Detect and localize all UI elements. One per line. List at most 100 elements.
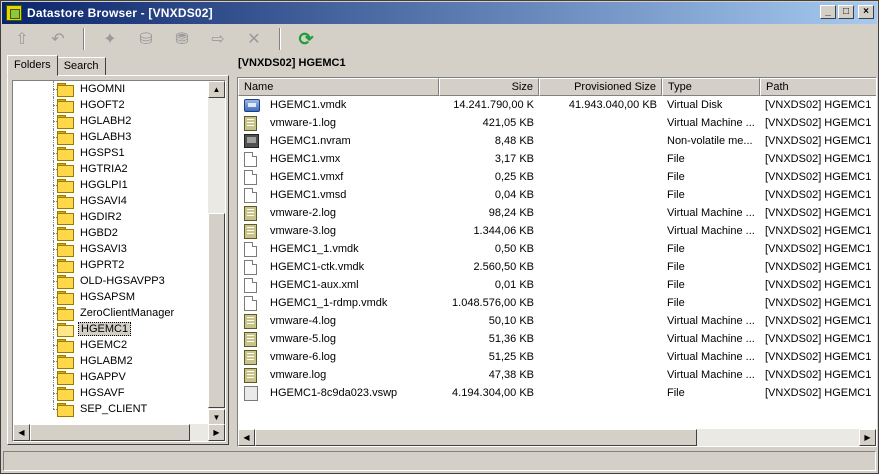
column-header-size[interactable]: Size [439,78,539,96]
scroll-right-button[interactable]: ▶ [859,429,876,446]
file-path: [VNXDS02] HGEMC1 [765,387,872,399]
tree-item[interactable]: OLD-HGSAVPP3 [13,273,209,289]
scroll-up-button[interactable]: ▲ [208,81,225,98]
file-name: HGEMC1.vmdk [270,99,347,111]
file-list-horizontal-scrollbar[interactable]: ◀ ▶ [238,429,876,446]
table-row[interactable]: vmware-5.log 51,36 KB Virtual Machine ... [… [238,330,876,348]
delete-icon[interactable]: ✕ [241,27,267,51]
tree-vertical-scrollbar[interactable]: ▲ ▼ [208,81,225,426]
table-row[interactable]: vmware-1.log 421,05 KB Virtual Machine ...… [238,114,876,132]
table-row[interactable]: HGEMC1.vmxf 0,25 KB File [VNXDS02] HGEMC1 [238,168,876,186]
file-path: [VNXDS02] HGEMC1 [765,369,872,381]
folder-icon [57,82,74,97]
new-folder-icon[interactable]: ✦ [97,27,123,51]
file-size: 1.344,06 KB [473,225,534,237]
table-row[interactable]: vmware-3.log 1.344,06 KB Virtual Machine .… [238,222,876,240]
file-name-cell: HGEMC1-8c9da023.vswp [238,384,439,402]
file-size: 2.560,50 KB [473,261,534,273]
file-name: vmware.log [270,369,327,381]
tree-item[interactable]: HGSAVI3 [13,241,209,257]
tree-horizontal-scrollbar[interactable]: ◀ ▶ [13,424,225,441]
tree-item[interactable]: HGTRIA2 [13,161,209,177]
tree-item[interactable]: HGDIR2 [13,209,209,225]
tree-item[interactable]: HGLABM2 [13,353,209,369]
tree-item[interactable]: HGEMC1 [13,321,209,337]
move-icon[interactable]: ⇨ [205,27,231,51]
toolbar-separator [83,28,85,50]
table-row[interactable]: HGEMC1-aux.xml 0,01 KB File [VNXDS02] HGEMC… [238,276,876,294]
upload-icon[interactable]: ⛁ [133,27,159,51]
scroll-thumb[interactable] [255,429,697,446]
folder-icon [57,194,74,209]
tab-folders[interactable]: Folders [7,55,58,76]
file-icon [244,241,257,257]
refresh-icon[interactable]: ⟳ [293,27,319,51]
tree-item[interactable]: HGEMC2 [13,337,209,353]
scroll-left-button[interactable]: ◀ [13,424,30,441]
file-type: File [667,153,685,165]
file-icon [244,169,257,185]
tree-item[interactable]: HGLABH2 [13,113,209,129]
minimize-button[interactable]: _ [820,5,836,19]
file-path: [VNXDS02] HGEMC1 [765,135,872,147]
scroll-thumb[interactable] [208,213,225,408]
tree-item[interactable]: HGSAVF [13,385,209,401]
table-row[interactable]: HGEMC1.vmdk 14.241.790,00 K 41.943.040,00 … [238,96,876,114]
table-row[interactable]: vmware-6.log 51,25 KB Virtual Machine ... [… [238,348,876,366]
file-type: File [667,387,685,399]
tree-item-label: HGOMNI [80,83,126,95]
back-folder-icon[interactable]: ↶ [45,27,71,51]
table-row[interactable]: HGEMC1.vmsd 0,04 KB File [VNXDS02] HGEMC1 [238,186,876,204]
tree-item[interactable]: HGGLPI1 [13,177,209,193]
tree-item[interactable]: ZeroClientManager [13,305,209,321]
file-name: vmware-5.log [270,333,337,345]
tab-search[interactable]: Search [56,57,106,76]
file-type: Non-volatile me... [667,135,753,147]
table-row[interactable]: vmware-4.log 50,10 KB Virtual Machine ... [… [238,312,876,330]
tree-item-label: SEP_CLIENT [80,403,148,415]
column-header-path[interactable]: Path [760,78,876,96]
table-row[interactable]: vmware.log 47,38 KB Virtual Machine ... [VN… [238,366,876,384]
folder-icon [57,290,74,305]
table-row[interactable]: HGEMC1.vmx 3,17 KB File [VNXDS02] HGEMC1 [238,150,876,168]
tree-item[interactable]: HGOFT2 [13,97,209,113]
tree-item[interactable]: HGLABH3 [13,129,209,145]
folder-icon [57,370,74,385]
tree-item[interactable]: HGSAVI4 [13,193,209,209]
tree-item[interactable]: HGBD2 [13,225,209,241]
maximize-button[interactable]: □ [838,5,854,19]
tree-item-label: HGLABH3 [80,131,132,143]
table-row[interactable]: HGEMC1_1.vmdk 0,50 KB File [VNXDS02] HGEMC1 [238,240,876,258]
scroll-right-button[interactable]: ▶ [208,424,225,441]
scroll-thumb[interactable] [30,424,190,441]
table-row[interactable]: HGEMC1-ctk.vmdk 2.560,50 KB File [VNXDS02] … [238,258,876,276]
download-icon[interactable]: ⛃ [169,27,195,51]
table-row[interactable]: HGEMC1.nvram 8,48 KB Non-volatile me... [VN… [238,132,876,150]
tree-item[interactable]: HGPRT2 [13,257,209,273]
up-folder-icon[interactable]: ⇧ [9,27,35,51]
tree-item[interactable]: HGAPPV [13,369,209,385]
file-type: File [667,297,685,309]
tree-item[interactable]: HGOMNI [13,81,209,97]
file-provisioned-size [539,258,662,276]
tree-item-label: HGSAVF [80,387,125,399]
tree-connector [53,401,54,409]
tree-item[interactable]: HGSAPSM [13,289,209,305]
file-provisioned-size [539,204,662,222]
tree-item[interactable]: SEP_CLIENT [13,401,209,417]
title-bar[interactable]: Datastore Browser - [VNXDS02] _ □ × [2,2,877,24]
table-row[interactable]: vmware-2.log 98,24 KB Virtual Machine ... [… [238,204,876,222]
log-file-icon [244,205,257,221]
file-type: Virtual Machine ... [667,333,755,345]
folder-tree: HGOMNI HGOFT2 HGLABH2 HGLABH3 HGSPS1 HGTRIA2 H… [13,81,209,426]
column-header-type[interactable]: Type [662,78,760,96]
vsphere-app-icon [6,5,22,21]
scroll-left-button[interactable]: ◀ [238,429,255,446]
column-header-provisioned-size[interactable]: Provisioned Size [539,78,662,96]
tree-item[interactable]: HGSPS1 [13,145,209,161]
table-row[interactable]: HGEMC1-8c9da023.vswp 4.194.304,00 KB File [… [238,384,876,402]
column-header-name[interactable]: Name [238,78,439,96]
close-button[interactable]: × [858,5,874,19]
file-name: HGEMC1.vmxf [270,171,344,183]
table-row[interactable]: HGEMC1_1-rdmp.vmdk 1.048.576,00 KB File [VN… [238,294,876,312]
